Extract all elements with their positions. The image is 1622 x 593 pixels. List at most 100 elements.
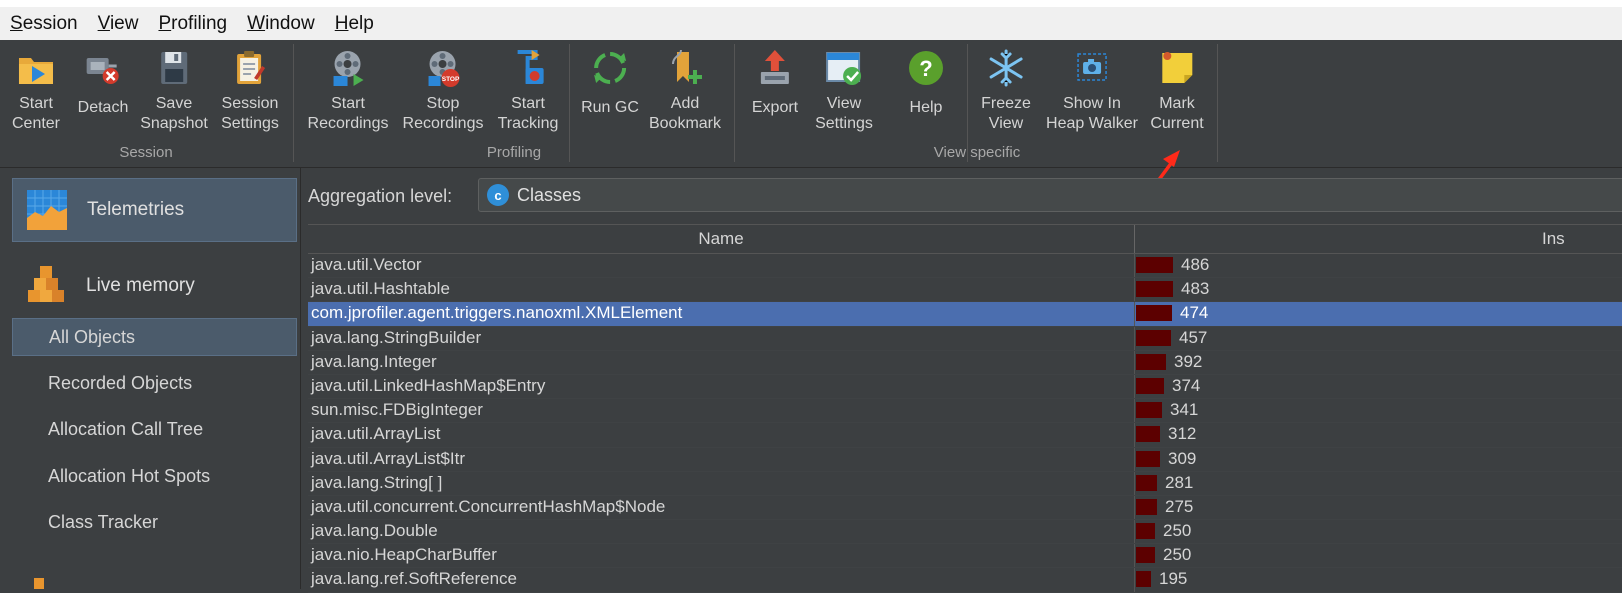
toolbar-separator (293, 44, 294, 162)
session-settings-line1: Session (221, 95, 279, 112)
tracking-icon (517, 50, 544, 84)
detach-button[interactable]: Detach (77, 48, 129, 118)
menu-session-label: ession (22, 12, 78, 34)
help-label: Help (909, 99, 943, 116)
sidebar-item-all-objects[interactable]: All Objects (12, 318, 297, 356)
session-settings-button[interactable]: Session Settings (221, 48, 279, 134)
table-row[interactable]: java.lang.Double 250 (308, 520, 1622, 545)
instance-count-value: 341 (1170, 400, 1199, 420)
table-row[interactable]: java.lang.String[ ] 281 (308, 471, 1622, 496)
toolbar: Start Center Detach Save Snapshot Sessio… (0, 40, 1622, 168)
start-center-button[interactable]: Start Center (12, 48, 60, 134)
stop-recordings-line2: Recordings (402, 115, 484, 132)
class-name-cell: com.jprofiler.agent.triggers.nanoxml.XML… (311, 303, 683, 323)
column-divider (1134, 544, 1135, 568)
session-settings-line2: Settings (221, 115, 279, 132)
main-view: Aggregation level: c Classes Name Ins ja… (302, 168, 1622, 593)
toolbar-separator (1217, 44, 1218, 162)
mark-current-line1: Mark (1159, 95, 1195, 112)
instance-count-value: 281 (1165, 472, 1194, 492)
table-row[interactable]: java.nio.HeapCharBuffer 250 (308, 544, 1622, 569)
group-label-profiling: Profiling (486, 144, 542, 161)
column-divider (1134, 399, 1135, 423)
table-row[interactable]: java.lang.Integer 392 (308, 350, 1622, 375)
start-tracking-button[interactable]: Start Tracking (498, 48, 558, 134)
stop-recordings-line1: Stop (426, 95, 460, 112)
freeze-view-line1: Freeze (981, 95, 1031, 112)
mark-current-button[interactable]: Mark Current (1150, 48, 1204, 134)
table-body: java.util.Vector 486 java.util.Hashtable 48… (308, 254, 1622, 593)
instance-count-bar (1136, 353, 1166, 370)
table-row[interactable]: java.lang.StringBuilder 457 (308, 326, 1622, 351)
table-row[interactable]: java.util.LinkedHashMap$Entry 374 (308, 374, 1622, 400)
add-bookmark-line1: Add (670, 95, 700, 112)
floppy-disk-icon (160, 52, 187, 84)
table-row[interactable]: java.util.ArrayList 312 (308, 423, 1622, 448)
sidebar-item-label: Allocation Call Tree (48, 418, 204, 439)
sidebar-item-allocation-hot-spots[interactable]: Allocation Hot Spots (12, 457, 297, 495)
table-row[interactable]: sun.misc.FDBigInteger 341 (308, 399, 1622, 424)
show-in-heap-walker-button[interactable]: Show In Heap Walker (1046, 48, 1138, 134)
menu-session[interactable]: Session (0, 13, 88, 35)
save-snapshot-line2: Snapshot (140, 115, 208, 132)
column-divider (1134, 302, 1135, 326)
instance-count-value: 474 (1180, 303, 1209, 323)
menu-help-label: elp (348, 12, 374, 34)
instance-count-bar (1136, 450, 1160, 467)
menu-view-mnemonic: V (97, 12, 110, 34)
camera-icon (1077, 53, 1107, 81)
column-header-name[interactable]: Name (308, 229, 1134, 249)
instance-count-value: 392 (1174, 351, 1203, 371)
view-settings-button[interactable]: View Settings (815, 48, 873, 134)
help-button[interactable]: ? Help (906, 48, 946, 118)
instance-count-bar (1136, 547, 1155, 564)
start-recordings-button[interactable]: Start Recordings (307, 48, 389, 134)
column-divider (1134, 326, 1135, 350)
menu-view[interactable]: View (88, 13, 149, 35)
sidebar-item-allocation-call-tree[interactable]: Allocation Call Tree (12, 410, 297, 448)
column-divider (1134, 471, 1135, 495)
table-row[interactable]: java.util.Vector 486 (308, 254, 1622, 279)
group-label-view-specific: View specific (933, 144, 1021, 161)
view-settings-line1: View (826, 95, 862, 112)
column-divider (1134, 254, 1135, 278)
instance-count-value: 275 (1165, 496, 1194, 516)
folder-play-icon (19, 58, 53, 84)
save-snapshot-button[interactable]: Save Snapshot (140, 48, 208, 134)
toolbar-separator (569, 44, 570, 162)
instance-count-value: 457 (1179, 327, 1208, 347)
export-icon (761, 50, 789, 84)
stop-recordings-button[interactable]: STOP Stop Recordings (402, 48, 484, 134)
add-bookmark-button[interactable]: Add Bookmark (649, 48, 721, 134)
detach-label: Detach (77, 99, 129, 116)
table-row[interactable]: com.jprofiler.agent.triggers.nanoxml.XML… (308, 302, 1622, 327)
sidebar-item-class-tracker[interactable]: Class Tracker (12, 503, 297, 541)
freeze-view-button[interactable]: Freeze View (981, 48, 1031, 134)
menu-profiling-mnemonic: P (158, 12, 172, 34)
toolbar-separator (734, 44, 735, 162)
class-name-cell: java.lang.StringBuilder (311, 327, 482, 347)
column-divider[interactable] (1134, 225, 1135, 253)
snowflake-icon (989, 49, 1023, 87)
menu-window[interactable]: Window (237, 13, 325, 35)
column-divider (1134, 495, 1135, 520)
column-header-instances[interactable]: Ins (1542, 229, 1565, 249)
run-gc-button[interactable]: Run GC (581, 48, 639, 118)
column-divider (1134, 350, 1135, 374)
aggregation-level-select[interactable]: c Classes (478, 178, 1622, 212)
show-in-heap-walker-line1: Show In (1063, 95, 1121, 112)
live-memory-icon (28, 266, 64, 302)
sidebar-item-telemetries[interactable]: Telemetries (12, 178, 297, 242)
menu-help[interactable]: Help (325, 13, 384, 35)
table-row[interactable]: java.util.Hashtable 483 (308, 278, 1622, 303)
table-row[interactable]: java.util.ArrayList$Itr 309 (308, 447, 1622, 472)
column-divider (1134, 447, 1135, 471)
group-label-session: Session (119, 144, 173, 161)
export-button[interactable]: Export (752, 48, 798, 118)
menu-profiling[interactable]: Profiling (148, 13, 237, 35)
sidebar-item-recorded-objects[interactable]: Recorded Objects (12, 364, 297, 402)
sidebar-item-live-memory[interactable]: Live memory (12, 254, 297, 318)
table-row[interactable]: java.util.concurrent.ConcurrentHashMap$N… (308, 495, 1622, 521)
start-recordings-line2: Recordings (307, 115, 389, 132)
instance-count-value: 486 (1181, 255, 1210, 274)
